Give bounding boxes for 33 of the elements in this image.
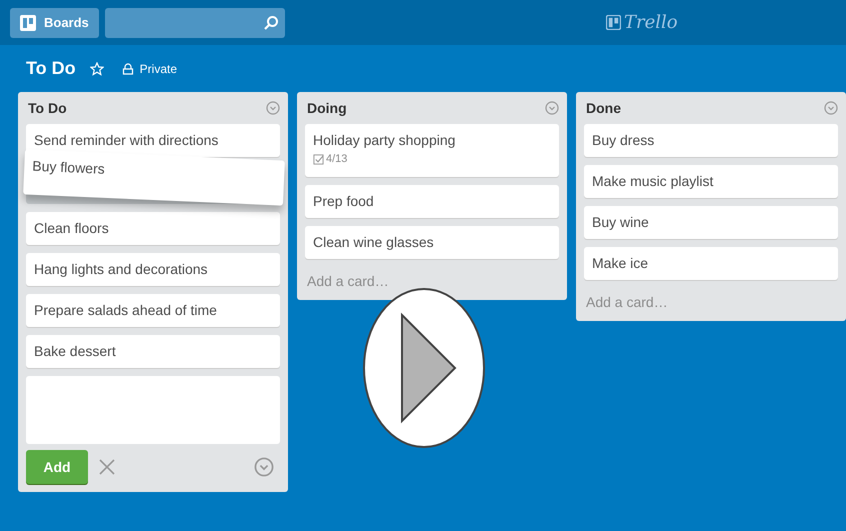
search-icon[interactable] <box>262 14 279 30</box>
dropdown-icon[interactable] <box>545 101 559 115</box>
card[interactable]: Bake dessert <box>26 335 280 368</box>
search-field[interactable] <box>104 8 285 38</box>
card[interactable]: Buy wine <box>584 206 838 239</box>
card[interactable]: Buy dress <box>584 124 838 157</box>
list-title: To Do <box>28 100 67 116</box>
dropdown-icon[interactable] <box>254 457 274 477</box>
play-icon[interactable] <box>362 287 486 449</box>
checklist-count: 4/13 <box>313 153 348 165</box>
star-icon[interactable] <box>90 62 104 76</box>
card[interactable]: Prepare salads ahead of time <box>26 294 280 327</box>
card[interactable]: Clean wine glasses <box>305 226 559 258</box>
close-icon[interactable] <box>98 458 116 476</box>
lock-icon <box>122 62 134 74</box>
dropdown-icon[interactable] <box>824 101 838 115</box>
logo-text: Trello <box>624 12 678 33</box>
card[interactable]: Prep food <box>305 184 559 218</box>
board-icon <box>606 15 621 30</box>
list-title: Done <box>586 100 621 116</box>
card[interactable]: Send reminder with directions <box>26 124 280 157</box>
card[interactable]: Hang lights and decorations <box>26 253 280 286</box>
board-title: To Do <box>26 58 76 79</box>
card[interactable]: Make music playlist <box>584 165 838 198</box>
board-icon <box>20 14 36 30</box>
card-input-field[interactable] <box>26 376 280 444</box>
card[interactable]: Make ice <box>584 247 838 280</box>
visibility-button[interactable]: Private <box>118 62 182 76</box>
checkbox-icon <box>313 154 324 164</box>
list-title: Doing <box>307 100 347 116</box>
card[interactable]: Clean floors <box>26 212 280 245</box>
card[interactable]: Holiday party shopping 4/13 <box>305 124 559 176</box>
dropdown-icon[interactable] <box>266 101 280 115</box>
